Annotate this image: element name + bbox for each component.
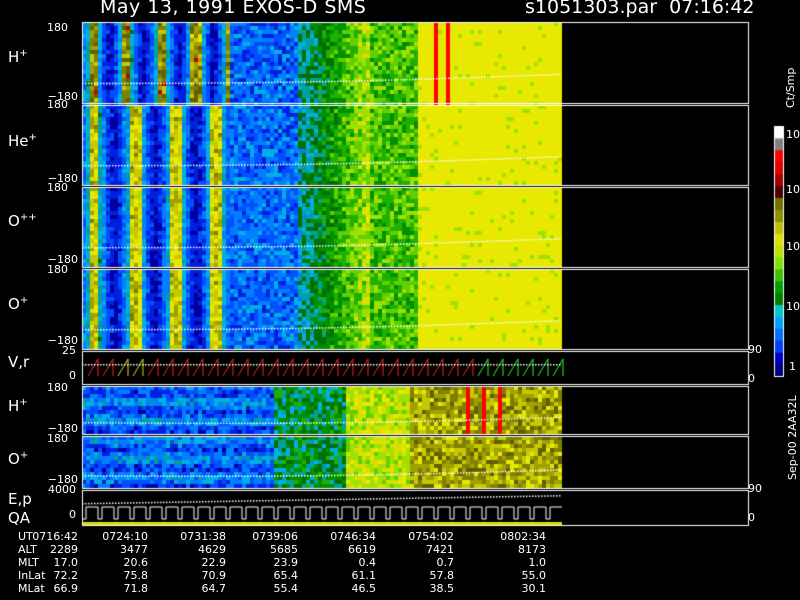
tick-o2-top: 180 <box>47 432 68 445</box>
label-ep: E,p <box>8 490 32 508</box>
ephemeris-value: 72.2 <box>53 569 79 582</box>
ephemeris-value: 55.4 <box>273 582 299 595</box>
version-label: Sep-00 2AA32L <box>786 395 799 480</box>
ephemeris-value: 23.9 <box>273 556 299 569</box>
label-o-plus-2: O+ <box>8 450 29 468</box>
tick-h-top: 180 <box>47 21 68 34</box>
label-o-plusplus: O++ <box>8 212 37 230</box>
rtick-vr-bottom: 0 <box>748 372 755 385</box>
colorbar-label-1e4: 10⁴ <box>786 128 800 141</box>
ephemeris-value: 30.1 <box>521 582 547 595</box>
ephemeris-value: 1.0 <box>528 556 547 569</box>
ephemeris-value: 2289 <box>50 543 78 556</box>
ephemeris-value: 70.9 <box>201 569 227 582</box>
ephemeris-value: 71.8 <box>123 582 149 595</box>
ephemeris-value: 46.5 <box>351 582 377 595</box>
tick-ep-bottom: 0 <box>69 508 76 521</box>
ephemeris-value: 17.0 <box>53 556 79 569</box>
ephemeris-value: 0739:06 <box>252 530 298 543</box>
ephemeris-value: 0716:42 <box>32 530 78 543</box>
colorbar-unit: Ct/Smp <box>784 67 797 108</box>
rtick-vr-top: 90 <box>748 343 762 356</box>
ephemeris-value: 4629 <box>198 543 226 556</box>
label-he-plus: He+ <box>8 132 37 150</box>
tick-vr-top: 25 <box>62 344 76 357</box>
spectrogram-canvas <box>0 0 800 600</box>
label-qa: QA <box>8 509 31 527</box>
ephemeris-value: 55.0 <box>521 569 547 582</box>
ephemeris-value: 0802:34 <box>500 530 546 543</box>
tick-h2-top: 180 <box>47 381 68 394</box>
file-and-time: s1051303.par 07:16:42 <box>525 0 755 18</box>
ephemeris-value: 20.6 <box>123 556 149 569</box>
colorbar-label-1e3: 10³ <box>786 183 800 196</box>
colorbar-label-100: 100 <box>786 240 800 253</box>
ephemeris-value: 75.8 <box>123 569 149 582</box>
ephemeris-value: 7421 <box>426 543 454 556</box>
ephemeris-value: 64.7 <box>201 582 227 595</box>
colorbar-label-10: 10 <box>786 300 800 313</box>
ephemeris-value: 65.4 <box>273 569 299 582</box>
tick-he-top: 180 <box>47 98 68 111</box>
rtick-ep-top: 90 <box>748 482 762 495</box>
tick-opp-top: 180 <box>47 181 68 194</box>
ephemeris-value: 0724:10 <box>102 530 148 543</box>
ephemeris-value: 0731:38 <box>180 530 226 543</box>
ephemeris-value: 5685 <box>270 543 298 556</box>
ephemeris-value: 0.7 <box>436 556 455 569</box>
rtick-ep-bottom: 0 <box>748 511 755 524</box>
ephemeris-value: 0754:02 <box>408 530 454 543</box>
ephemeris-value: 22.9 <box>201 556 227 569</box>
tick-ep-top: 4000 <box>48 483 76 496</box>
ephemeris-value: 8173 <box>518 543 546 556</box>
ephemeris-value: 3477 <box>120 543 148 556</box>
ephemeris-value: 57.8 <box>429 569 455 582</box>
label-o-plus: O+ <box>8 295 29 313</box>
ephemeris-value: 6619 <box>348 543 376 556</box>
label-h-plus-2: H+ <box>8 397 28 415</box>
label-vr: V,r <box>8 353 30 371</box>
header-time: 07:16:42 <box>669 0 755 18</box>
ephemeris-value: 0.4 <box>358 556 377 569</box>
ephemeris-value: 38.5 <box>429 582 455 595</box>
label-h-plus: H+ <box>8 48 28 66</box>
tick-op-top: 180 <box>47 263 68 276</box>
colorbar-label-1: 1 <box>789 360 796 373</box>
file-name: s1051303.par <box>525 0 658 18</box>
ephemeris-value: 66.9 <box>53 582 79 595</box>
ephemeris-value: 61.1 <box>351 569 377 582</box>
ephemeris-value: 0746:34 <box>330 530 376 543</box>
plot-title: May 13, 1991 EXOS-D SMS <box>100 0 367 18</box>
